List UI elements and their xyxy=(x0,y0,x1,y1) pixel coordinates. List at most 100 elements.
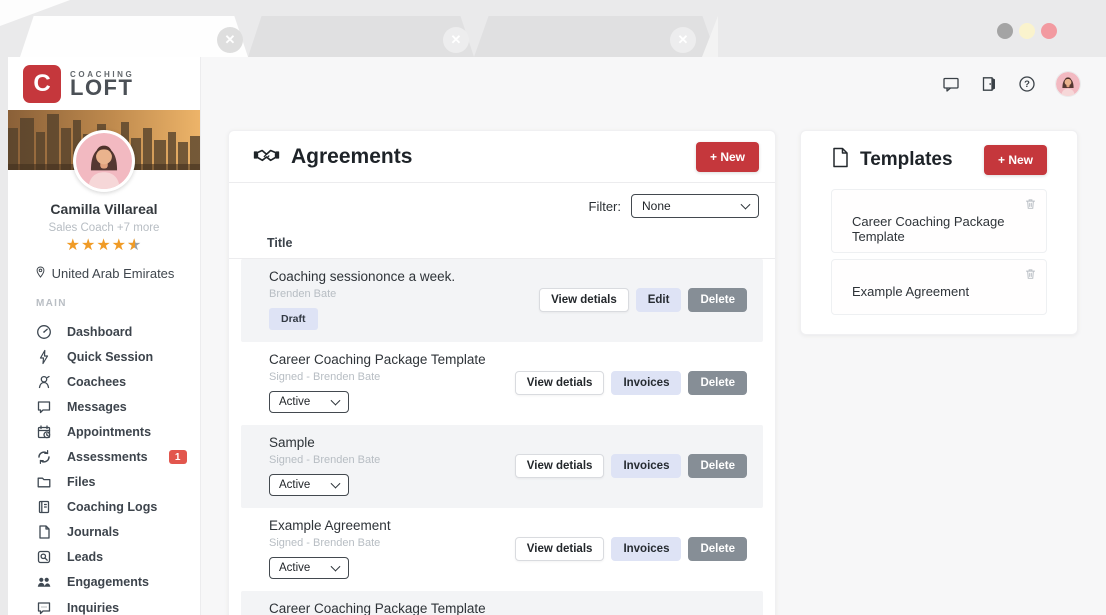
trash-icon[interactable] xyxy=(1024,267,1037,281)
sidebar-item-label: Dashboard xyxy=(67,325,132,339)
handshake-icon xyxy=(253,146,280,169)
svg-text:?: ? xyxy=(1024,79,1030,90)
browser-tab-2[interactable] xyxy=(248,16,474,57)
view-details-button[interactable]: View detials xyxy=(515,371,605,395)
view-details-button[interactable]: View detials xyxy=(515,537,605,561)
sidebar-item-label: Messages xyxy=(67,400,127,414)
user-avatar[interactable] xyxy=(1056,72,1080,96)
sidebar-item-label: Assessments xyxy=(67,450,148,464)
template-card[interactable]: Career Coaching Package Template xyxy=(831,189,1047,253)
templates-title: Templates xyxy=(860,149,953,171)
assessments-count-badge: 1 xyxy=(169,450,187,464)
edit-button[interactable]: Edit xyxy=(636,288,682,312)
sidebar-item-journals[interactable]: Journals xyxy=(8,520,200,545)
template-card[interactable]: Example Agreement xyxy=(831,259,1047,315)
status-select[interactable]: Active xyxy=(269,557,349,579)
sidebar-item-label: Leads xyxy=(67,550,103,564)
invoices-button[interactable]: Invoices xyxy=(611,537,681,561)
delete-button[interactable]: Delete xyxy=(688,537,747,561)
screen: ✕ ✕ ✕ ? xyxy=(0,0,1106,615)
app-topbar: ? xyxy=(942,72,1080,96)
invoices-button[interactable]: Invoices xyxy=(611,454,681,478)
document-icon xyxy=(831,147,850,173)
agreement-row: Sample Signed - Brenden Bate Active View… xyxy=(241,425,763,508)
sidebar-item-quick-session[interactable]: Quick Session xyxy=(8,344,200,369)
view-details-button[interactable]: View detials xyxy=(539,288,629,312)
trash-icon[interactable] xyxy=(1024,197,1037,211)
location-pin-icon xyxy=(34,265,47,282)
invoices-button[interactable]: Invoices xyxy=(611,371,681,395)
tab-close-icon[interactable]: ✕ xyxy=(670,27,696,53)
status-badge: Draft xyxy=(269,308,318,330)
status-select[interactable]: Active xyxy=(269,391,349,413)
profile-avatar xyxy=(73,130,135,192)
sidebar-item-inquiries[interactable]: Inquiries xyxy=(8,595,200,615)
agreement-row: Example Agreement Signed - Brenden Bate … xyxy=(241,508,763,591)
sidebar-item-label: Inquiries xyxy=(67,601,119,615)
tab-close-icon[interactable]: ✕ xyxy=(443,27,469,53)
view-details-button[interactable]: View detials xyxy=(515,454,605,478)
logout-door-icon[interactable] xyxy=(980,75,998,93)
logo-text-loft: LOFT xyxy=(70,79,134,98)
sidebar-item-label: Engagements xyxy=(67,575,149,589)
help-icon[interactable]: ? xyxy=(1018,75,1036,93)
filter-label: Filter: xyxy=(589,199,622,214)
tab-close-icon[interactable]: ✕ xyxy=(217,27,243,53)
star-icon: ★ xyxy=(81,238,96,254)
filter-select[interactable]: None xyxy=(631,194,759,218)
browser-tab-active[interactable] xyxy=(20,16,248,57)
logo-monogram: C xyxy=(23,65,61,103)
agreements-panel: Agreements + New Filter: None Title Coac… xyxy=(228,130,776,615)
profile-name: Camilla Villareal xyxy=(8,201,200,217)
column-header-title: Title xyxy=(229,227,775,259)
sidebar-item-assessments[interactable]: Assessments 1 xyxy=(8,444,200,469)
star-icon: ★ xyxy=(112,238,127,254)
agreement-title: Career Coaching Package Template xyxy=(269,352,486,367)
sidebar-menu: Dashboard Quick Session Coachees xyxy=(8,319,200,615)
delete-button[interactable]: Delete xyxy=(688,371,747,395)
agreement-subtitle: Signed - Brenden Bate xyxy=(269,371,486,383)
profile-block: Camilla Villareal Sales Coach +7 more ★★… xyxy=(8,201,200,282)
agreement-title: Career Coaching Package Template xyxy=(269,601,486,615)
delete-button[interactable]: Delete xyxy=(688,454,747,478)
sidebar-item-label: Coaching Logs xyxy=(67,500,157,514)
sidebar-item-leads[interactable]: Leads xyxy=(8,545,200,570)
star-half-icon: ★★ xyxy=(127,238,142,254)
delete-button[interactable]: Delete xyxy=(688,288,747,312)
agreement-subtitle: Signed - Brenden Bate xyxy=(269,537,391,549)
sidebar-item-coaching-logs[interactable]: Coaching Logs xyxy=(8,495,200,520)
agreement-subtitle: Signed - Brenden Bate xyxy=(269,454,380,466)
sidebar-item-files[interactable]: Files xyxy=(8,470,200,495)
sidebar-item-label: Quick Session xyxy=(67,350,153,364)
sidebar-item-appointments[interactable]: Appointments xyxy=(8,419,200,444)
new-agreement-button[interactable]: + New xyxy=(696,142,759,172)
rating-stars: ★★★★★★ xyxy=(8,238,200,254)
window-dot-gray xyxy=(997,23,1013,39)
chat-icon[interactable] xyxy=(942,75,960,93)
sidebar-item-engagements[interactable]: Engagements xyxy=(8,570,200,595)
sidebar-item-label: Appointments xyxy=(67,425,151,439)
template-label: Career Coaching Package Template xyxy=(852,214,1034,244)
page-title: Agreements xyxy=(291,145,412,169)
filter-select-wrap: None xyxy=(631,194,759,218)
templates-panel: Templates + New Career Coaching Package … xyxy=(800,130,1078,335)
agreement-title: Coaching sessiononce a week. xyxy=(269,269,455,284)
new-template-button[interactable]: + New xyxy=(984,145,1047,175)
star-icon: ★ xyxy=(66,238,81,254)
window-dot-yellow xyxy=(1019,23,1035,39)
sidebar-item-label: Journals xyxy=(67,525,119,539)
agreement-row: Career Coaching Package Template Signed … xyxy=(241,342,763,425)
agreement-row: Coaching sessiononce a week. Brenden Bat… xyxy=(241,259,763,342)
agreement-title: Sample xyxy=(269,435,380,450)
app-window: ? C COACHING LOFT xyxy=(8,57,1106,615)
sidebar-item-dashboard[interactable]: Dashboard xyxy=(8,319,200,344)
sidebar-item-messages[interactable]: Messages xyxy=(8,394,200,419)
sidebar-item-label: Files xyxy=(67,475,96,489)
sidebar-item-coachees[interactable]: Coachees xyxy=(8,369,200,394)
status-select[interactable]: Active xyxy=(269,474,349,496)
app-logo[interactable]: C COACHING LOFT xyxy=(8,57,200,110)
status-select-wrap: Active xyxy=(269,557,349,579)
browser-strip: ✕ ✕ ✕ xyxy=(0,0,1106,57)
sidebar-section-label: MAIN xyxy=(36,298,67,309)
agreements-list: Coaching sessiononce a week. Brenden Bat… xyxy=(229,259,775,615)
